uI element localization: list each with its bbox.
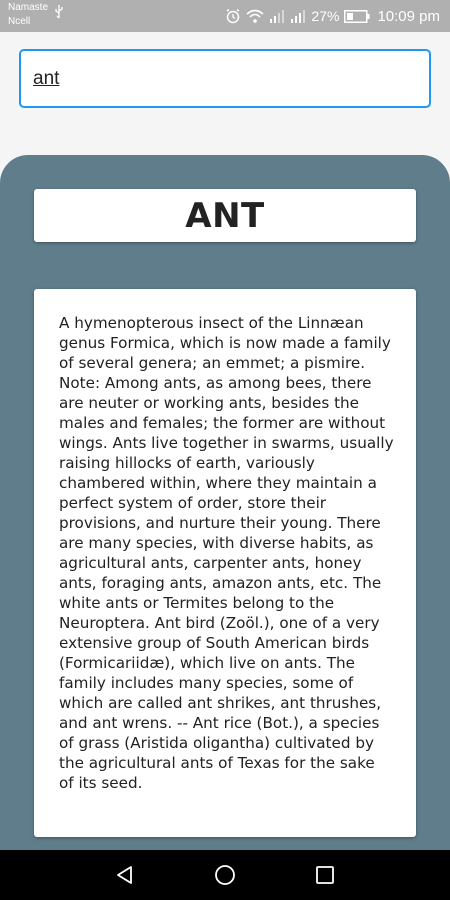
battery-percent: 27% (311, 8, 340, 24)
carrier-label: Namaste Ncell (8, 1, 48, 29)
definition-text: A hymenopterous insect of the Linnæan ge… (59, 314, 394, 792)
word-card: ANT (34, 189, 416, 242)
carrier-line-1: Namaste (8, 2, 49, 13)
search-input[interactable] (19, 49, 431, 108)
battery-icon (344, 9, 370, 23)
clock: 10:09 pm (377, 7, 440, 25)
wifi-icon (246, 9, 264, 23)
signal-icon (269, 9, 285, 23)
definition-panel: ANT A hymenopterous insect of the Linnæa… (0, 155, 450, 855)
recent-apps-icon[interactable] (314, 864, 336, 886)
search-area: ant (0, 32, 450, 156)
carrier-line-2: Ncell (8, 16, 31, 27)
usb-icon (54, 5, 64, 22)
navigation-bar (0, 850, 450, 900)
word-title: ANT (185, 195, 265, 236)
alarm-icon (225, 8, 241, 24)
status-indicators: 27% 10:09 pm (225, 6, 440, 26)
signal-icon (290, 9, 306, 23)
status-bar: Namaste Ncell 27% 10:09 pm (0, 0, 450, 32)
home-icon[interactable] (214, 864, 236, 886)
back-icon[interactable] (114, 864, 136, 886)
definition-card: A hymenopterous insect of the Linnæan ge… (34, 289, 416, 837)
